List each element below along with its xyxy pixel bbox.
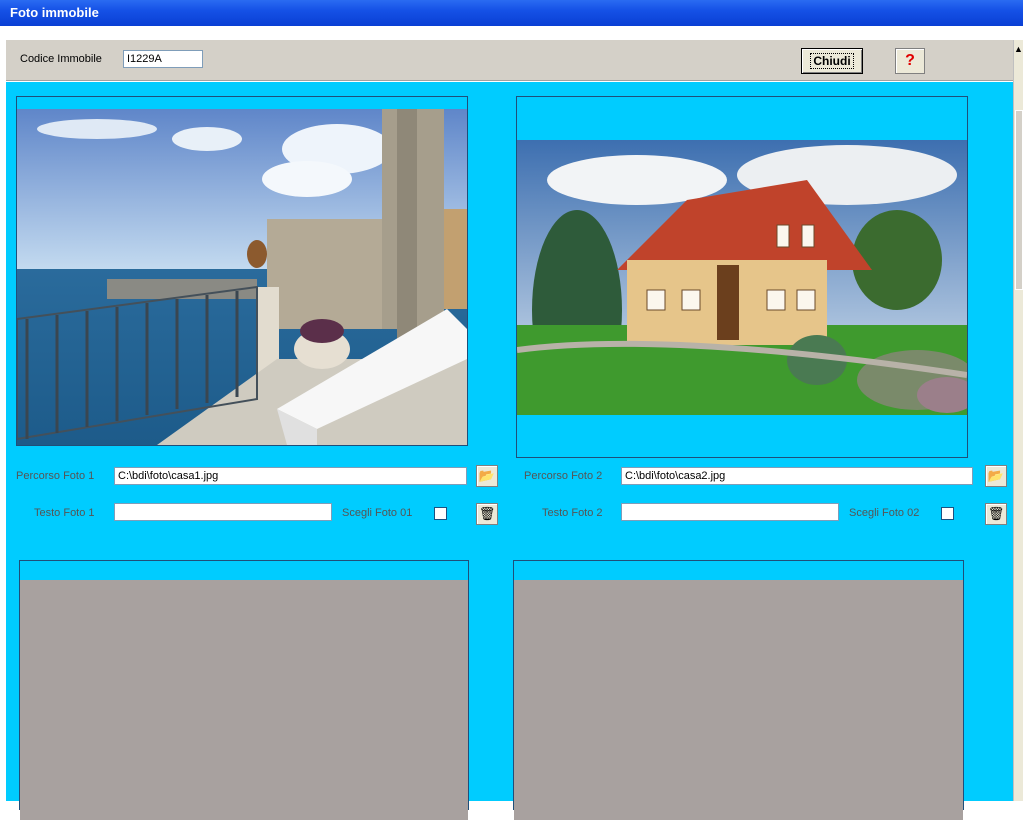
photo-2-choose-label: Scegli Foto 02 xyxy=(849,507,920,519)
trash-icon: 🗑 xyxy=(987,506,1005,521)
photo-2-browse-button[interactable]: 📂 xyxy=(985,465,1007,487)
close-button[interactable]: Chiudi xyxy=(801,48,863,74)
photo-frame-4 xyxy=(513,560,964,820)
photo-2-path-label: Percorso Foto 2 xyxy=(524,470,603,482)
photo-frame-1 xyxy=(16,96,468,446)
folder-open-icon: 📂 xyxy=(478,468,496,483)
house-image xyxy=(517,140,967,415)
photo-1-path-input[interactable] xyxy=(114,467,467,485)
folder-open-icon: 📂 xyxy=(987,468,1005,483)
photo-1-delete-button[interactable]: 🗑 xyxy=(476,503,498,525)
photo-frame-2 xyxy=(516,96,968,458)
trash-icon: 🗑 xyxy=(478,506,496,521)
help-button[interactable]: ? xyxy=(895,48,925,74)
window-title: Foto immobile xyxy=(0,0,1023,26)
empty-photo-3 xyxy=(20,580,468,820)
photo-2-delete-button[interactable]: 🗑 xyxy=(985,503,1007,525)
photo-2-text-input[interactable] xyxy=(621,503,839,521)
code-input[interactable] xyxy=(123,50,203,68)
photo-2-house xyxy=(517,140,967,415)
scroll-up-icon[interactable]: ▲ xyxy=(1014,44,1023,58)
photo-1-choose-checkbox[interactable] xyxy=(434,507,447,520)
photo-1-text-label: Testo Foto 1 xyxy=(34,507,95,519)
photo-canvas: Percorso Foto 1 📂 Testo Foto 1 Scegli Fo… xyxy=(6,82,1013,820)
photo-2-text-label: Testo Foto 2 xyxy=(542,507,603,519)
photo-1-path-label: Percorso Foto 1 xyxy=(16,470,95,482)
photo-2-choose-checkbox[interactable] xyxy=(941,507,954,520)
empty-photo-4 xyxy=(514,580,963,820)
close-button-label: Chiudi xyxy=(810,53,854,69)
photo-frame-3 xyxy=(19,560,469,820)
toolbar: Codice Immobile Chiudi ? xyxy=(6,40,1013,81)
terrace-image xyxy=(17,109,467,445)
scrollbar-thumb[interactable] xyxy=(1015,110,1023,290)
photo-1-text-input[interactable] xyxy=(114,503,332,521)
photo-1-choose-label: Scegli Foto 01 xyxy=(342,507,413,519)
photo-1-terrace xyxy=(17,109,467,445)
code-label: Codice Immobile xyxy=(20,53,102,65)
photo-2-path-input[interactable] xyxy=(621,467,973,485)
photo-1-browse-button[interactable]: 📂 xyxy=(476,465,498,487)
